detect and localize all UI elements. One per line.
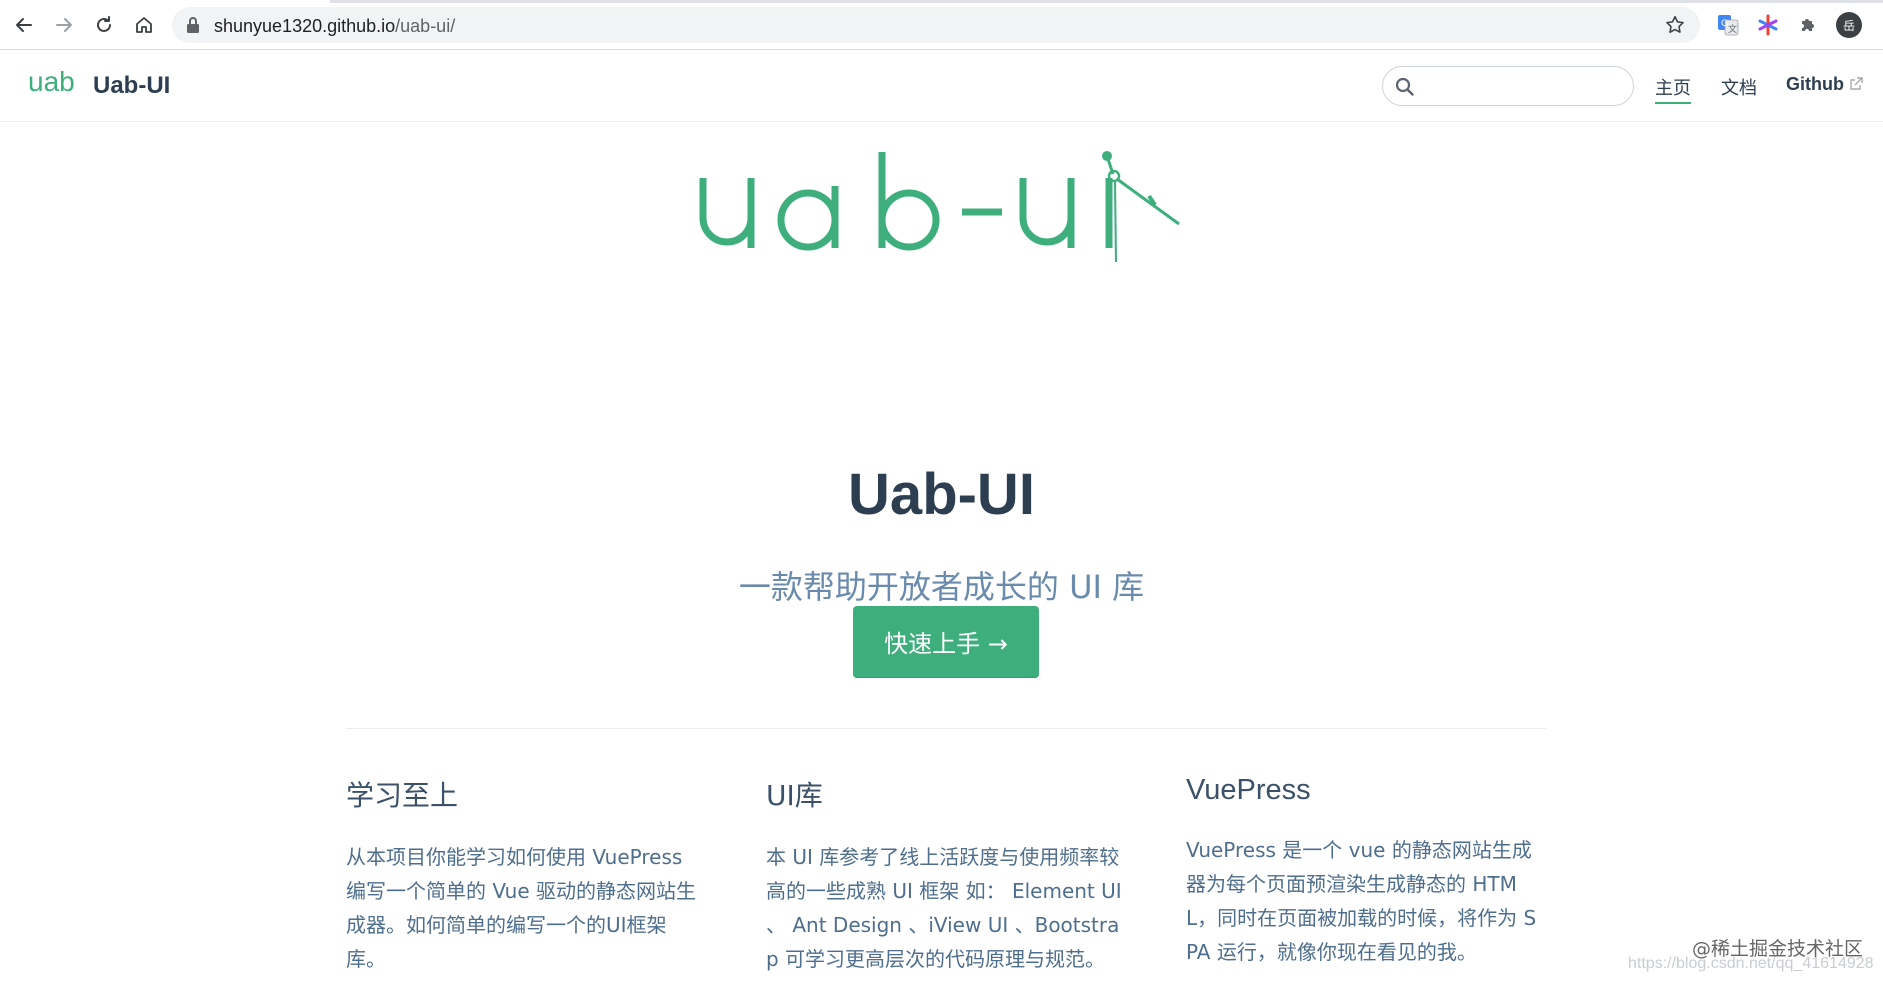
site-title[interactable]: Uab-UI: [93, 72, 170, 100]
profile-avatar[interactable]: 岳: [1836, 12, 1862, 38]
home-button[interactable]: [131, 12, 157, 38]
translate-extension-icon[interactable]: G文: [1715, 12, 1741, 38]
puzzle-extensions-icon[interactable]: [1795, 12, 1821, 38]
hero-title: Uab-UI: [848, 461, 1035, 527]
features-divider: [346, 728, 1546, 729]
feature-title: UI库: [766, 779, 823, 812]
watermark-url: https://blog.csdn.net/qq_41614928: [1628, 955, 1874, 972]
feature-details: VuePress 是一个 vue 的静态网站生成器为每个页面预渲染生成静态的 H…: [1186, 838, 1537, 964]
search-input[interactable]: [1423, 73, 1627, 101]
search-box[interactable]: [1382, 66, 1634, 106]
hero-description: 一款帮助开放者成长的 UI 库: [738, 568, 1145, 606]
feature-details: 本 UI 库参考了线上活跃度与使用频率较高的一些成熟 UI 框架 如： Elem…: [766, 845, 1122, 971]
uab-ui-logo-graphic: [699, 151, 1180, 263]
nav-link-home[interactable]: 主页: [1655, 74, 1691, 104]
hero-logo: [697, 144, 1191, 268]
svg-text:文: 文: [1728, 23, 1737, 35]
url-text: shunyue1320.github.io/uab-ui/: [214, 16, 456, 36]
back-button[interactable]: [11, 12, 37, 38]
feature-title: VuePress: [1186, 774, 1311, 806]
address-bar[interactable]: shunyue1320.github.io/uab-ui/: [172, 7, 1700, 43]
nav-link-docs[interactable]: 文档: [1721, 74, 1757, 100]
nav-link-github-label: Github: [1786, 74, 1844, 94]
arrow-right-icon: [56, 18, 72, 32]
forward-button[interactable]: [51, 12, 77, 38]
nav-link-github[interactable]: Github: [1786, 74, 1863, 96]
colorful-star-extension-icon[interactable]: [1755, 12, 1781, 38]
tab-strip-edge: [0, 0, 1883, 3]
feature-title: 学习至上: [346, 779, 459, 812]
arrow-left-icon: [16, 18, 32, 32]
reload-button[interactable]: [91, 12, 117, 38]
search-icon: [1395, 77, 1415, 101]
home-icon: [136, 17, 152, 33]
lock-icon: [186, 16, 200, 38]
navbar-logo[interactable]: uab: [28, 66, 75, 98]
feature-vuepress: VuePress VuePress 是一个 vue 的静态网站生成器为每个页面预…: [1186, 774, 1546, 969]
site-navbar: uab Uab-UI 主页 文档 Github: [0, 50, 1883, 122]
bookmark-star-icon[interactable]: [1664, 14, 1686, 40]
feature-details: 从本项目你能学习如何使用 VuePress 编写一个简单的 Vue 驱动的静态网…: [346, 845, 697, 971]
reload-icon: [97, 16, 111, 32]
svg-text:G: G: [1721, 19, 1728, 29]
get-started-button[interactable]: 快速上手 →: [853, 606, 1039, 678]
browser-toolbar: shunyue1320.github.io/uab-ui/ G文 岳: [0, 0, 1883, 50]
external-link-icon: [1849, 75, 1863, 96]
feature-ui-library: UI库 本 UI 库参考了线上活跃度与使用频率较高的一些成熟 UI 框架 如： …: [766, 774, 1126, 976]
feature-learning: 学习至上 从本项目你能学习如何使用 VuePress 编写一个简单的 Vue 驱…: [346, 774, 706, 976]
